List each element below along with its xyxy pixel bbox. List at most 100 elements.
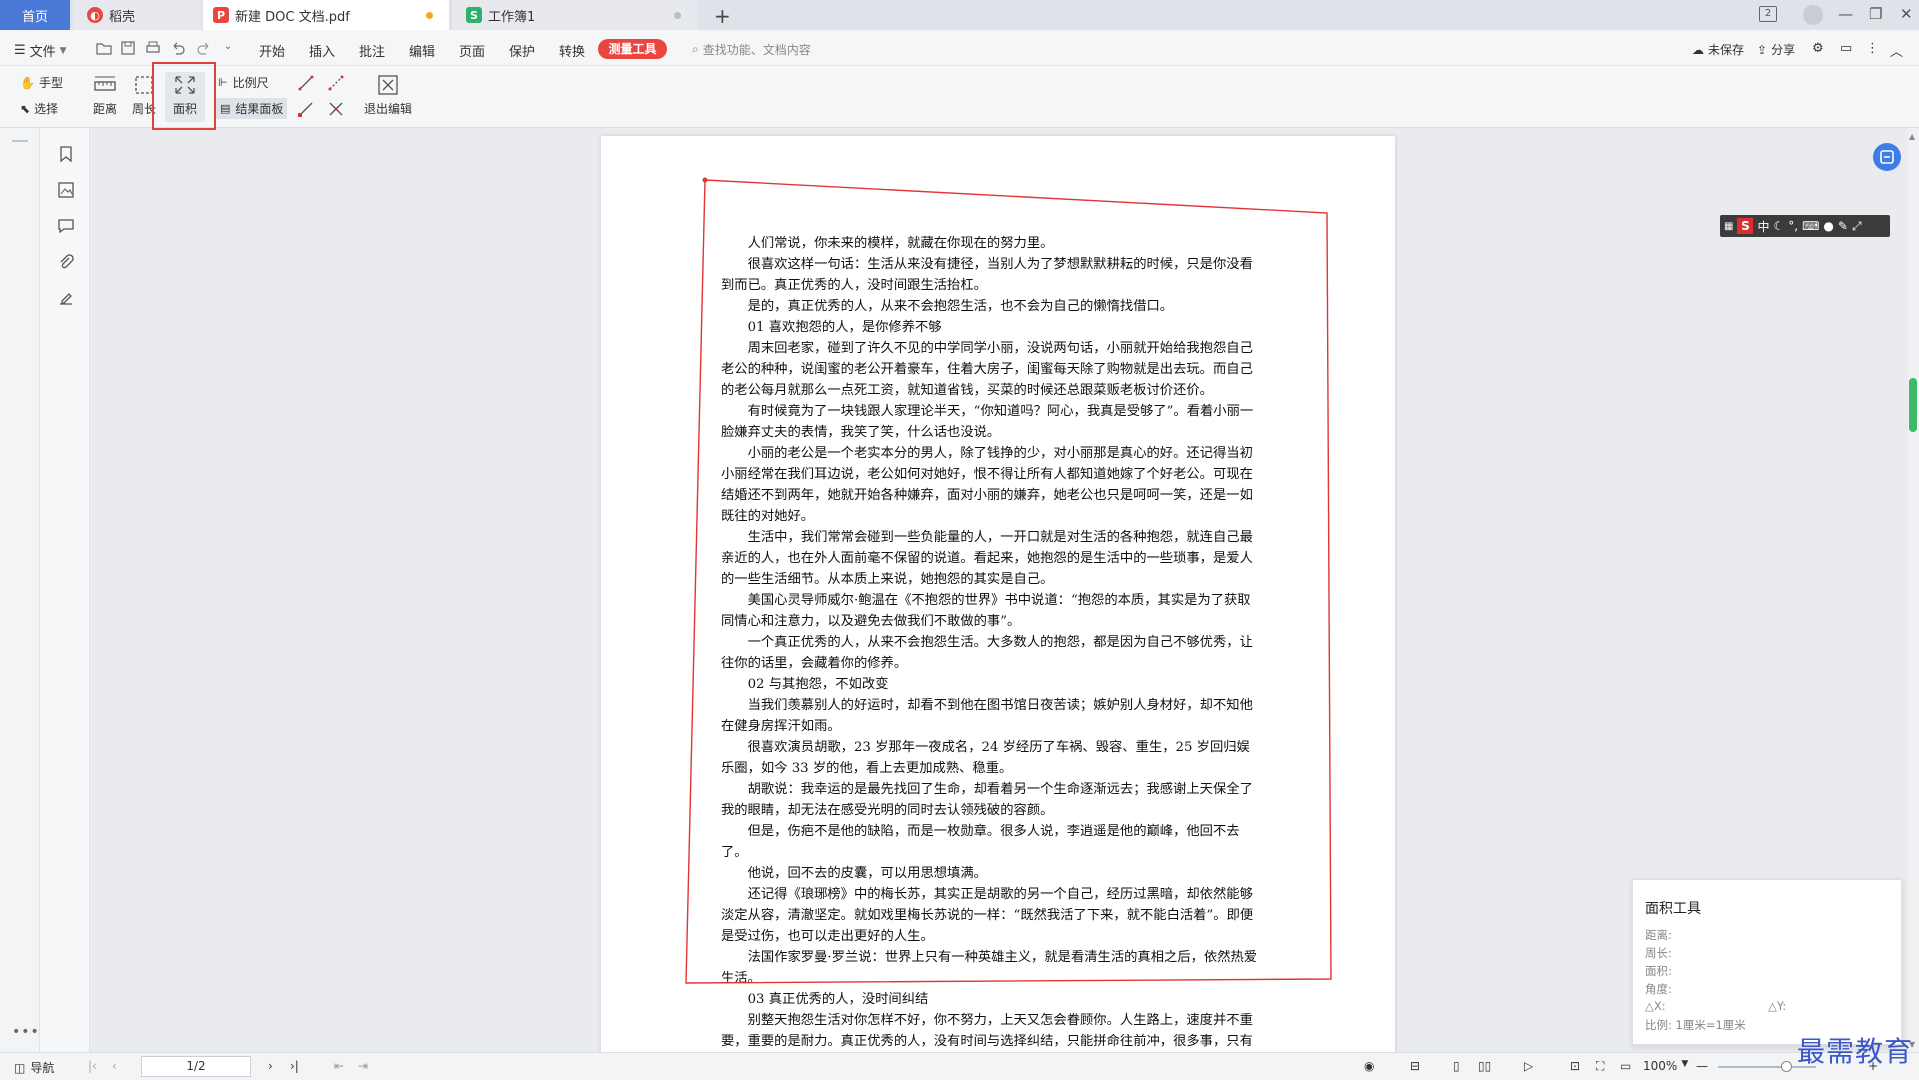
- distance-readout: 距离:: [1645, 928, 1672, 942]
- distance-tool-button[interactable]: 距离: [85, 74, 125, 117]
- menu-edit[interactable]: 编辑: [409, 41, 435, 60]
- punctuation-icon: °,: [1788, 219, 1799, 233]
- exit-edit-button[interactable]: 退出编辑: [362, 74, 414, 117]
- search-box[interactable]: ⌕ 查找功能、文档内容: [692, 41, 811, 58]
- print-icon[interactable]: [145, 40, 161, 56]
- window-count-icon[interactable]: 2: [1759, 6, 1777, 22]
- share-icon: ⇪: [1757, 42, 1768, 57]
- bookmark-icon[interactable]: [57, 145, 75, 163]
- signature-icon[interactable]: [57, 289, 75, 307]
- next-page-icon[interactable]: ›: [268, 1059, 273, 1073]
- navigation-button[interactable]: ◫ 导航: [14, 1059, 54, 1076]
- scrollbar-thumb[interactable]: [1909, 378, 1917, 432]
- tab-dot-icon: [674, 12, 681, 19]
- grip-icon[interactable]: [12, 140, 28, 142]
- search-icon: ⌕: [692, 42, 699, 56]
- zoom-value: 100%: [1643, 1059, 1678, 1073]
- fit-width-icon[interactable]: ⛶: [1596, 1059, 1604, 1074]
- comment-bubble-icon[interactable]: [57, 217, 75, 235]
- comment-icon[interactable]: ▭: [1840, 41, 1852, 56]
- tab-daoke[interactable]: ◐ 稻壳: [73, 0, 201, 30]
- fit-page-icon[interactable]: ▭: [1620, 1059, 1631, 1073]
- menu-insert[interactable]: 插入: [309, 41, 335, 60]
- forward-icon[interactable]: ⇥: [358, 1059, 368, 1073]
- pdf-page[interactable]: 人们常说，你未来的模样，就藏在你现在的努力里。 很喜欢这样一句话：生活从来没有捷径…: [601, 136, 1395, 1052]
- status-bar: ◫ 导航 |‹ ‹ 1/2 › ›| ⇤ ⇥ ◉ ⊟ ▯ ▯▯ ▷ ⊡ ⛶ ▭ 1…: [0, 1052, 1919, 1080]
- tab-workbook-label: 工作簿1: [488, 9, 536, 25]
- actual-size-icon[interactable]: ⊡: [1570, 1059, 1580, 1073]
- hand-tool-label: 手型: [38, 76, 63, 90]
- more-icon[interactable]: ⋮: [1866, 41, 1879, 56]
- ime-toolbar[interactable]: ▦ S 中 ☾ °, ⌨ ● ✎ ⤢: [1720, 215, 1890, 237]
- user-icon: ●: [1823, 219, 1834, 233]
- unsaved-button[interactable]: ☁ 未保存: [1692, 41, 1744, 58]
- file-menu-label: 文件: [29, 45, 56, 60]
- area-tool-panel: 面积工具 距离: 周长: 面积: 角度: △X: △Y: 比例: 1厘米=1厘米: [1632, 879, 1902, 1045]
- redo-icon[interactable]: [196, 40, 212, 56]
- tab-daoke-label: 稻壳: [109, 9, 136, 25]
- settings-icon[interactable]: ⚙: [1812, 41, 1824, 56]
- scale-button[interactable]: ⊩ 比例尺: [218, 74, 269, 91]
- chevron-down-icon: ▼: [59, 45, 67, 56]
- menu-annotate[interactable]: 批注: [359, 41, 385, 60]
- menu-start[interactable]: 开始: [259, 41, 285, 60]
- tab-home[interactable]: 首页: [0, 0, 70, 30]
- scale-label: 比例尺: [232, 76, 269, 90]
- close-icon[interactable]: ✕: [1900, 5, 1913, 23]
- vertical-scrollbar[interactable]: [1908, 128, 1919, 1052]
- tab-workbook[interactable]: S 工作簿1: [452, 0, 697, 30]
- eye-protection-icon[interactable]: ◉: [1364, 1059, 1374, 1073]
- ruler-icon: [94, 76, 116, 91]
- menu-page[interactable]: 页面: [459, 41, 485, 60]
- file-menu[interactable]: ☰ 文件 ▼: [14, 41, 67, 60]
- thumbnail-icon[interactable]: [57, 181, 75, 199]
- customize-chevron-icon[interactable]: ⌄: [224, 41, 232, 52]
- tab-pdf-document[interactable]: P 新建 DOC 文档.pdf: [203, 0, 449, 30]
- more-dots-icon[interactable]: •••: [12, 1024, 40, 1040]
- open-folder-icon[interactable]: [96, 40, 112, 56]
- attachment-icon[interactable]: [57, 253, 75, 271]
- scroll-up-icon[interactable]: ▲: [1909, 132, 1915, 141]
- intersection-snap-icon[interactable]: [324, 98, 348, 120]
- unsaved-label: 未保存: [1708, 43, 1745, 57]
- scale-icon: ⊩: [218, 76, 228, 89]
- zoom-slider-handle[interactable]: [1781, 1061, 1792, 1072]
- wrench-icon: ✎: [1837, 219, 1848, 233]
- save-icon[interactable]: [120, 40, 136, 56]
- menu-measure-tools[interactable]: 测量工具: [598, 39, 667, 59]
- select-tool-button[interactable]: ⬉ 选择: [20, 100, 58, 117]
- result-panel-button[interactable]: ▤ 结果面板: [216, 98, 288, 119]
- single-page-icon[interactable]: ▯: [1453, 1059, 1460, 1073]
- menu-protect[interactable]: 保护: [509, 41, 535, 60]
- line-measure-icon[interactable]: [294, 72, 318, 94]
- restore-icon[interactable]: ❐: [1869, 5, 1882, 23]
- first-page-icon[interactable]: |‹: [88, 1059, 97, 1073]
- back-icon[interactable]: ⇤: [334, 1059, 344, 1073]
- zoom-select[interactable]: 100% ▼: [1643, 1059, 1688, 1073]
- double-page-icon[interactable]: ▯▯: [1478, 1059, 1491, 1073]
- menu-bar: ☰ 文件 ▼ ⌄ 开始 插入 批注 编辑 页面 保护 转换 测量工具 ⌕ 查找功…: [0, 30, 1919, 66]
- prev-page-icon[interactable]: ‹: [112, 1059, 117, 1073]
- collapse-ribbon-icon[interactable]: ︿: [1890, 41, 1903, 60]
- share-button[interactable]: ⇪ 分享: [1757, 41, 1795, 58]
- page-fit-icon[interactable]: ⊟: [1410, 1059, 1420, 1073]
- ime-grip-icon: ▦: [1724, 220, 1734, 232]
- area-readout: 面积:: [1645, 964, 1672, 978]
- sogou-icon: S: [1737, 218, 1754, 234]
- watermark: 最需教育: [1797, 1035, 1914, 1068]
- play-icon[interactable]: ▷: [1524, 1059, 1533, 1073]
- hand-tool-button[interactable]: ✋ 手型: [20, 74, 63, 91]
- minimize-icon[interactable]: —: [1838, 5, 1853, 23]
- menu-convert[interactable]: 转换: [559, 41, 585, 60]
- undo-icon[interactable]: [170, 40, 186, 56]
- nav-panel-icon: ◫: [14, 1060, 26, 1075]
- page-number-input[interactable]: 1/2: [141, 1056, 251, 1077]
- new-tab-plus-icon[interactable]: +: [714, 4, 731, 28]
- avatar[interactable]: [1803, 5, 1823, 25]
- endpoint-snap-icon[interactable]: [294, 98, 318, 120]
- keyboard-icon: ⌨: [1802, 219, 1820, 233]
- line-snap-icon[interactable]: [324, 72, 348, 94]
- zoom-out-icon[interactable]: —: [1696, 1059, 1708, 1073]
- floating-tool-icon[interactable]: [1873, 143, 1901, 171]
- last-page-icon[interactable]: ›|: [290, 1059, 299, 1073]
